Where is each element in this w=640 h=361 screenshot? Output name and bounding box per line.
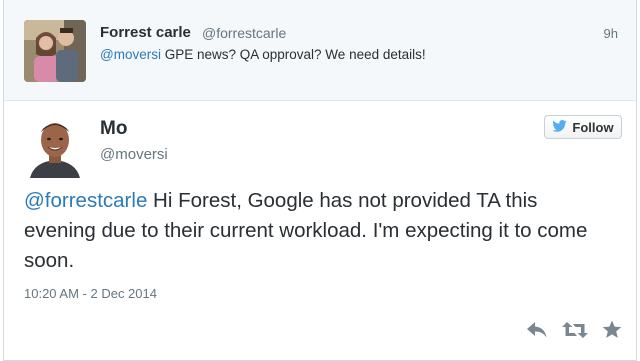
tweet-card: Forrest carle @forrestcarle 9h @moversi …	[3, 0, 637, 361]
star-icon[interactable]	[602, 320, 622, 339]
retweet-icon[interactable]	[562, 321, 588, 339]
tweet-actions	[526, 320, 622, 339]
reply-icon[interactable]	[526, 321, 548, 339]
parent-timestamp[interactable]: 9h	[604, 26, 618, 41]
twitter-bird-icon	[552, 119, 568, 135]
parent-tweet-body: GPE news? QA opproval? We need details!	[160, 47, 426, 62]
main-avatar[interactable]	[24, 116, 86, 178]
parent-tweet-text: @moversi GPE news? QA opproval? We need …	[100, 47, 426, 62]
main-mention-link[interactable]: @forrestcarle	[24, 189, 147, 212]
main-display-name[interactable]: Mo	[100, 118, 127, 140]
main-username[interactable]: @moversi	[100, 146, 168, 163]
follow-button[interactable]: Follow	[544, 115, 622, 139]
parent-username[interactable]: @forrestcarle	[202, 25, 286, 41]
parent-tweet[interactable]: Forrest carle @forrestcarle 9h @moversi …	[4, 0, 636, 101]
main-tweet-text: @forrestcarle Hi Forest, Google has not …	[24, 186, 614, 276]
tweet-timestamp[interactable]: 10:20 AM - 2 Dec 2014	[24, 286, 157, 301]
parent-avatar[interactable]	[24, 20, 86, 82]
parent-display-name[interactable]: Forrest carle	[100, 24, 191, 41]
parent-mention-link[interactable]: @moversi	[100, 47, 161, 62]
follow-button-label: Follow	[572, 119, 614, 135]
